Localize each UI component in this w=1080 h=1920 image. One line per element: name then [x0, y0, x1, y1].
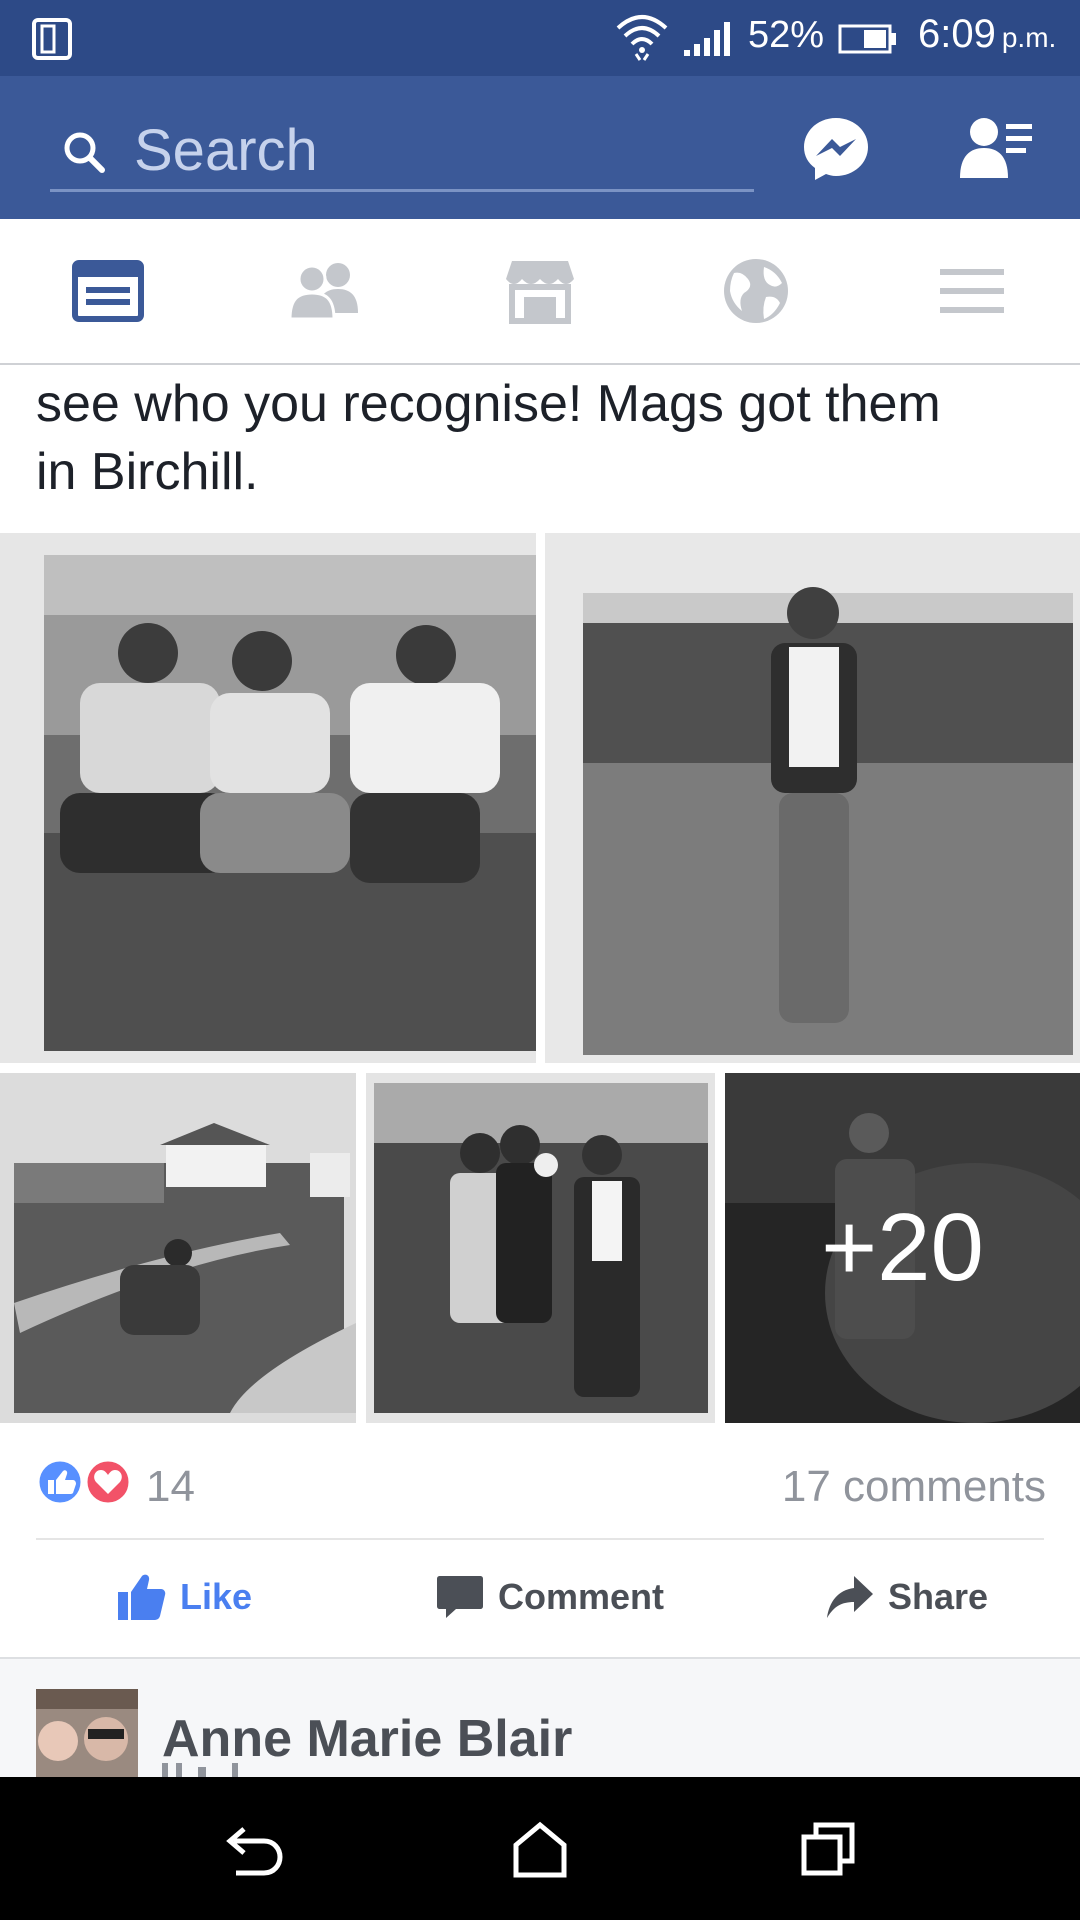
wifi-icon — [616, 15, 668, 61]
comment-button[interactable]: Comment — [436, 1570, 696, 1630]
screen-mirror-icon — [32, 18, 72, 60]
post-photo-family-group[interactable] — [366, 1073, 715, 1423]
post-photo-man-standing[interactable] — [545, 533, 1080, 1063]
author-avatar[interactable] — [36, 1689, 138, 1777]
tab-bar — [0, 219, 1080, 365]
clipped-text-glyphs — [162, 1763, 238, 1777]
post-photo-man-by-haystack[interactable]: +20 — [725, 1073, 1080, 1423]
search-icon — [64, 132, 105, 173]
post-photo-three-men-sitting[interactable] — [0, 533, 536, 1063]
tab-news-feed[interactable] — [0, 219, 216, 363]
marketplace-icon — [506, 261, 574, 324]
share-label: Share — [888, 1576, 989, 1617]
back-icon[interactable] — [216, 1813, 288, 1885]
comment-icon — [437, 1576, 483, 1618]
post-photo-man-by-path[interactable] — [0, 1073, 356, 1423]
signal-icon — [684, 22, 730, 56]
author-name[interactable]: Anne Marie Blair — [162, 1709, 572, 1769]
messenger-icon[interactable] — [802, 116, 870, 182]
globe-icon — [724, 259, 788, 323]
more-photos-count: +20 — [725, 1073, 1080, 1423]
system-nav-bar — [0, 1777, 1080, 1920]
battery-icon — [838, 24, 896, 54]
menu-icon — [940, 269, 1004, 313]
status-bar: 52% 6:09 p.m. — [0, 0, 1080, 76]
photo-image — [366, 1073, 715, 1423]
search-input[interactable] — [132, 116, 736, 184]
top-bar — [0, 76, 1080, 219]
like-label: Like — [180, 1576, 253, 1617]
photo-image — [545, 533, 1080, 1063]
avatar-image — [36, 1689, 138, 1777]
share-button[interactable]: Share — [826, 1570, 989, 1630]
love-reaction-icon — [84, 1458, 132, 1506]
tab-marketplace[interactable] — [432, 219, 648, 363]
comments-count-link[interactable]: 17 comments — [782, 1462, 1046, 1512]
battery-percent: 52% — [748, 14, 825, 56]
tab-notifications[interactable] — [648, 219, 864, 363]
home-icon[interactable] — [504, 1813, 576, 1885]
photo-image — [0, 1073, 356, 1423]
next-post-header: Anne Marie Blair — [0, 1659, 1080, 1777]
tab-friends[interactable] — [216, 219, 432, 363]
post-subtitle-clipped — [162, 1763, 262, 1777]
recent-apps-icon[interactable] — [792, 1813, 864, 1885]
reaction-count: 14 — [146, 1462, 195, 1511]
photo-image — [0, 533, 536, 1063]
friends-icon — [288, 263, 358, 321]
post-text: see who you recognise! Mags got them in B… — [36, 375, 941, 501]
thumbs-up-icon — [118, 1574, 166, 1620]
like-reaction-icon — [36, 1458, 84, 1506]
clock: 6:09 p.m. — [918, 12, 1057, 56]
friend-requests-icon[interactable] — [960, 116, 1032, 178]
news-feed-icon — [72, 260, 144, 322]
tab-menu[interactable] — [864, 219, 1080, 363]
like-button[interactable]: Like — [118, 1570, 278, 1630]
share-icon — [827, 1576, 873, 1618]
search-bar[interactable] — [50, 108, 754, 192]
comment-label: Comment — [498, 1576, 665, 1617]
divider — [36, 1538, 1044, 1540]
reactions-summary[interactable]: 14 17 comments — [36, 1458, 1046, 1511]
